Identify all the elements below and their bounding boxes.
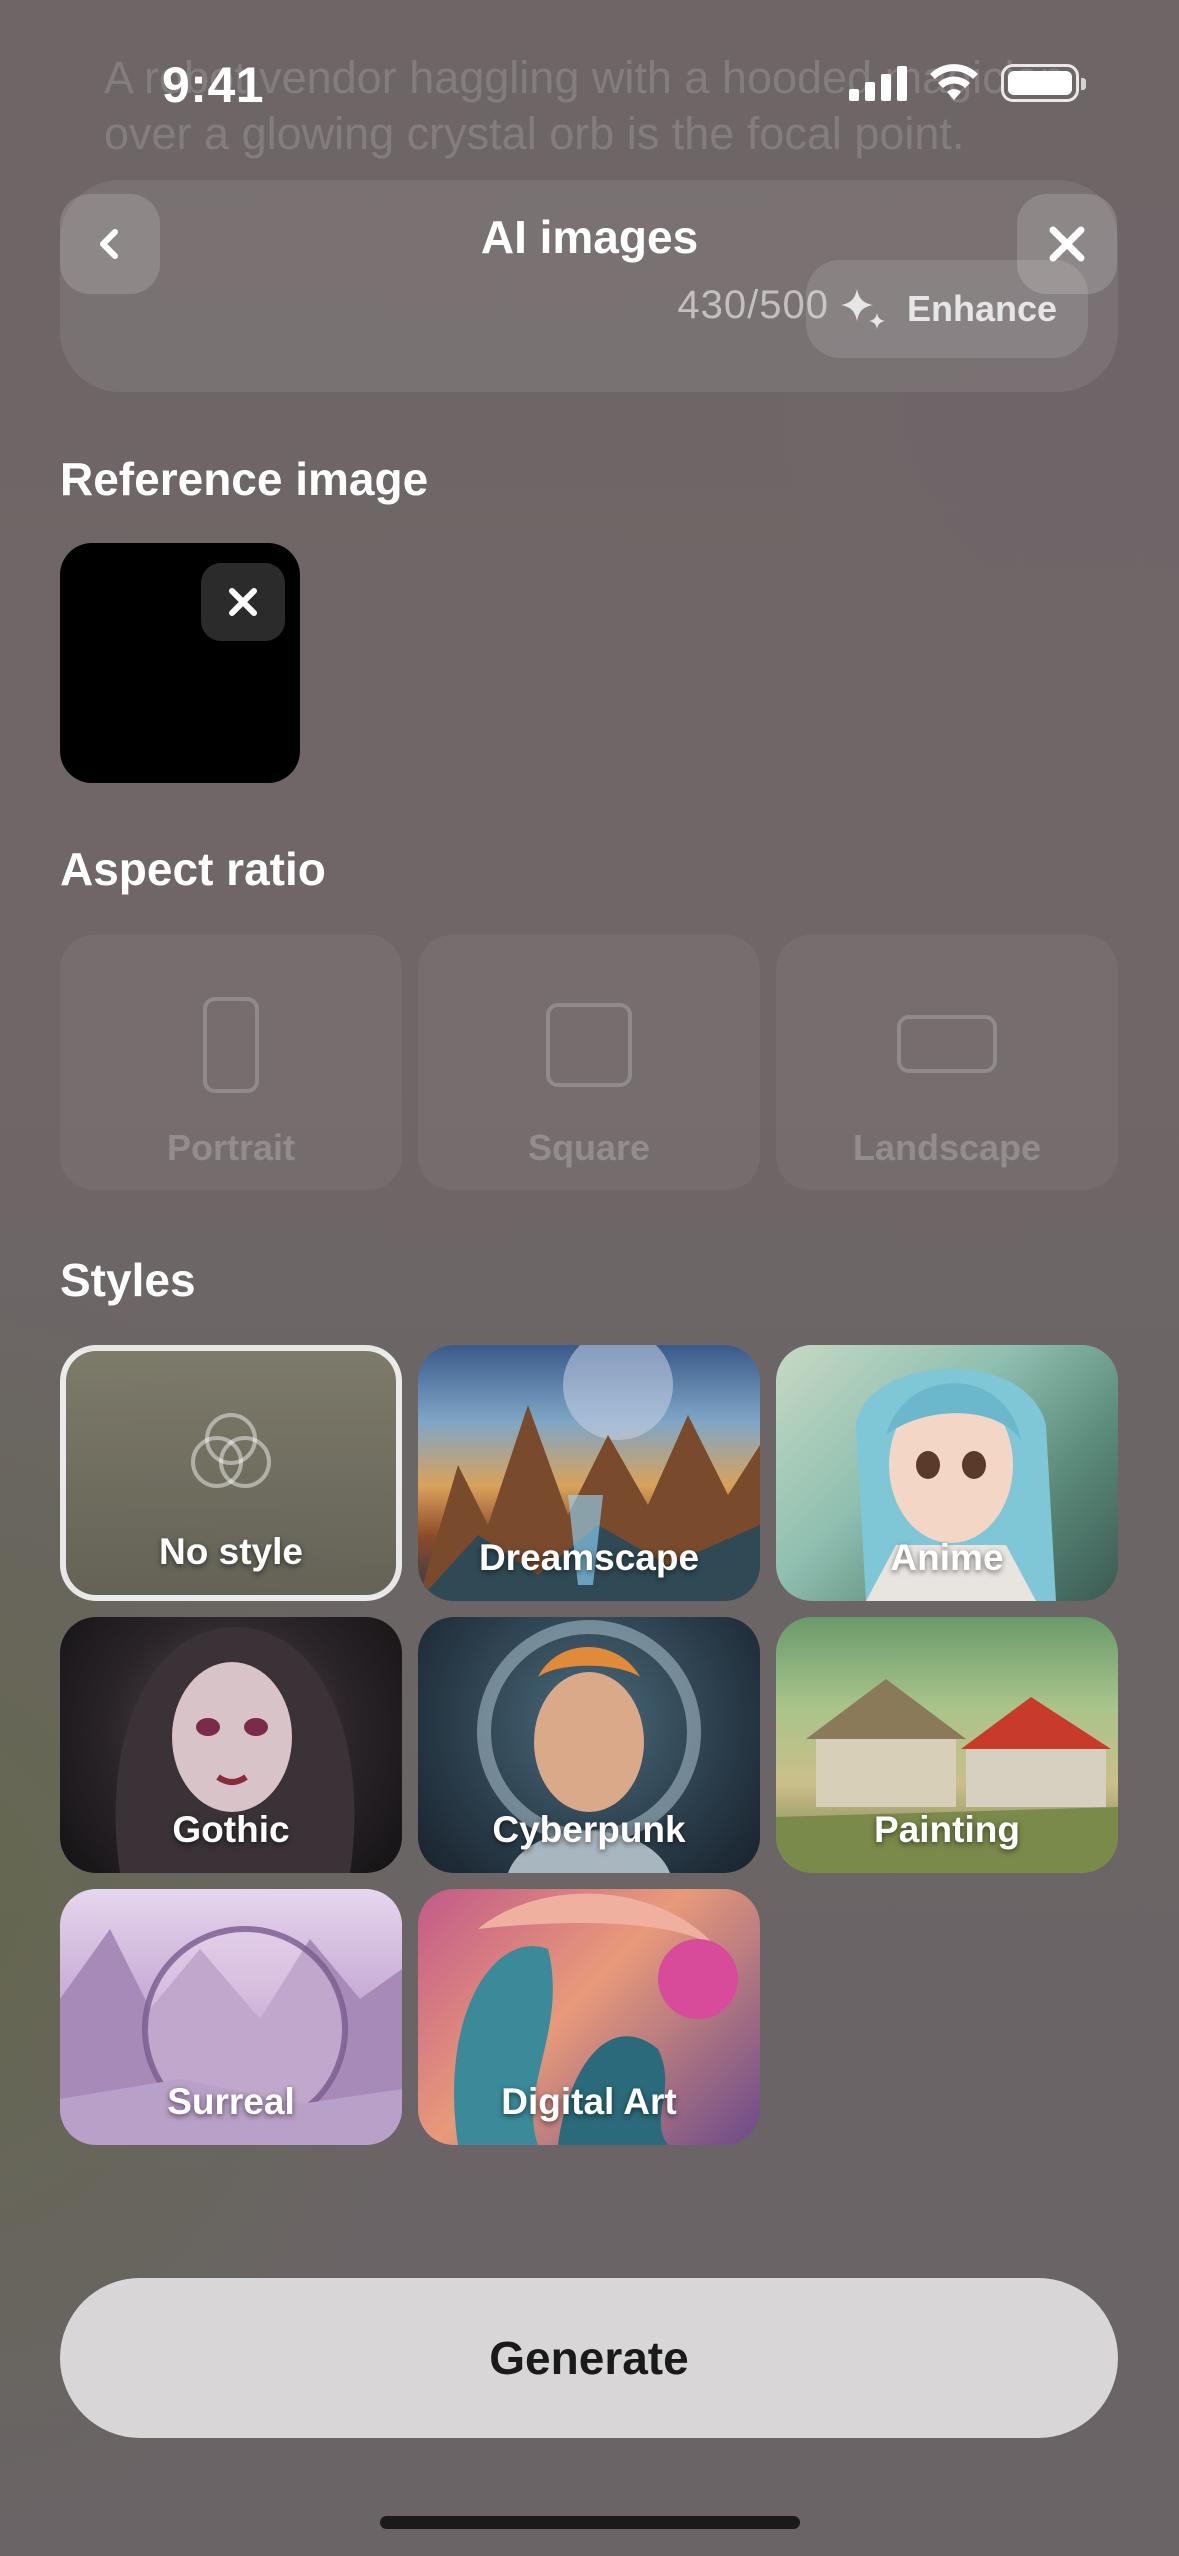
status-icons bbox=[849, 64, 1086, 102]
aspect-option-label: Portrait bbox=[166, 1127, 296, 1168]
landscape-shape-icon bbox=[897, 1015, 997, 1073]
aspect-option-label: Square bbox=[527, 1127, 651, 1168]
aspect-option-label: Landscape bbox=[852, 1127, 1042, 1168]
style-surreal[interactable]: Surreal bbox=[60, 1889, 402, 2145]
style-no-style[interactable]: No style bbox=[60, 1345, 402, 1601]
reference-image-title: Reference image bbox=[60, 453, 429, 505]
style-painting[interactable]: Painting bbox=[776, 1617, 1118, 1873]
page-title: AI images bbox=[480, 211, 699, 263]
wifi-icon bbox=[930, 64, 978, 100]
home-indicator bbox=[380, 2516, 800, 2529]
style-label: Dreamscape bbox=[478, 1537, 700, 1578]
styles-title: Styles bbox=[60, 1254, 196, 1306]
no-style-icon bbox=[191, 1413, 271, 1488]
style-label: Anime bbox=[890, 1537, 1004, 1578]
style-label: Gothic bbox=[172, 1809, 290, 1850]
remove-reference-button[interactable] bbox=[201, 563, 285, 641]
close-button[interactable] bbox=[1017, 194, 1117, 294]
cellular-signal-icon bbox=[849, 65, 907, 101]
style-dreamscape[interactable]: Dreamscape bbox=[418, 1345, 760, 1601]
style-digital-art[interactable]: Digital Art bbox=[418, 1889, 760, 2145]
style-label: Painting bbox=[874, 1809, 1020, 1850]
enhance-label: Enhance bbox=[906, 288, 1058, 329]
portrait-shape-icon bbox=[203, 997, 259, 1093]
aspect-ratio-title: Aspect ratio bbox=[60, 843, 326, 895]
style-anime[interactable]: Anime bbox=[776, 1345, 1118, 1601]
style-label: Surreal bbox=[167, 2081, 295, 2122]
aspect-option-portrait[interactable]: Portrait bbox=[60, 935, 402, 1190]
aspect-option-square[interactable]: Square bbox=[418, 935, 760, 1190]
style-label: Cyberpunk bbox=[492, 1809, 686, 1850]
sparkle-icon bbox=[840, 289, 885, 329]
status-time: 9:41 bbox=[162, 57, 265, 113]
square-shape-icon bbox=[546, 1003, 632, 1087]
status-bar: 9:41 bbox=[0, 0, 1179, 170]
close-icon bbox=[229, 588, 257, 616]
style-label: Digital Art bbox=[501, 2081, 677, 2122]
aspect-option-landscape[interactable]: Landscape bbox=[776, 935, 1118, 1190]
close-icon bbox=[1049, 226, 1085, 262]
style-gothic[interactable]: Gothic bbox=[60, 1617, 402, 1873]
generate-button[interactable]: Generate bbox=[60, 2278, 1118, 2438]
style-cyberpunk[interactable]: Cyberpunk bbox=[418, 1617, 760, 1873]
battery-icon bbox=[1001, 64, 1086, 102]
style-label: No style bbox=[159, 1531, 303, 1572]
